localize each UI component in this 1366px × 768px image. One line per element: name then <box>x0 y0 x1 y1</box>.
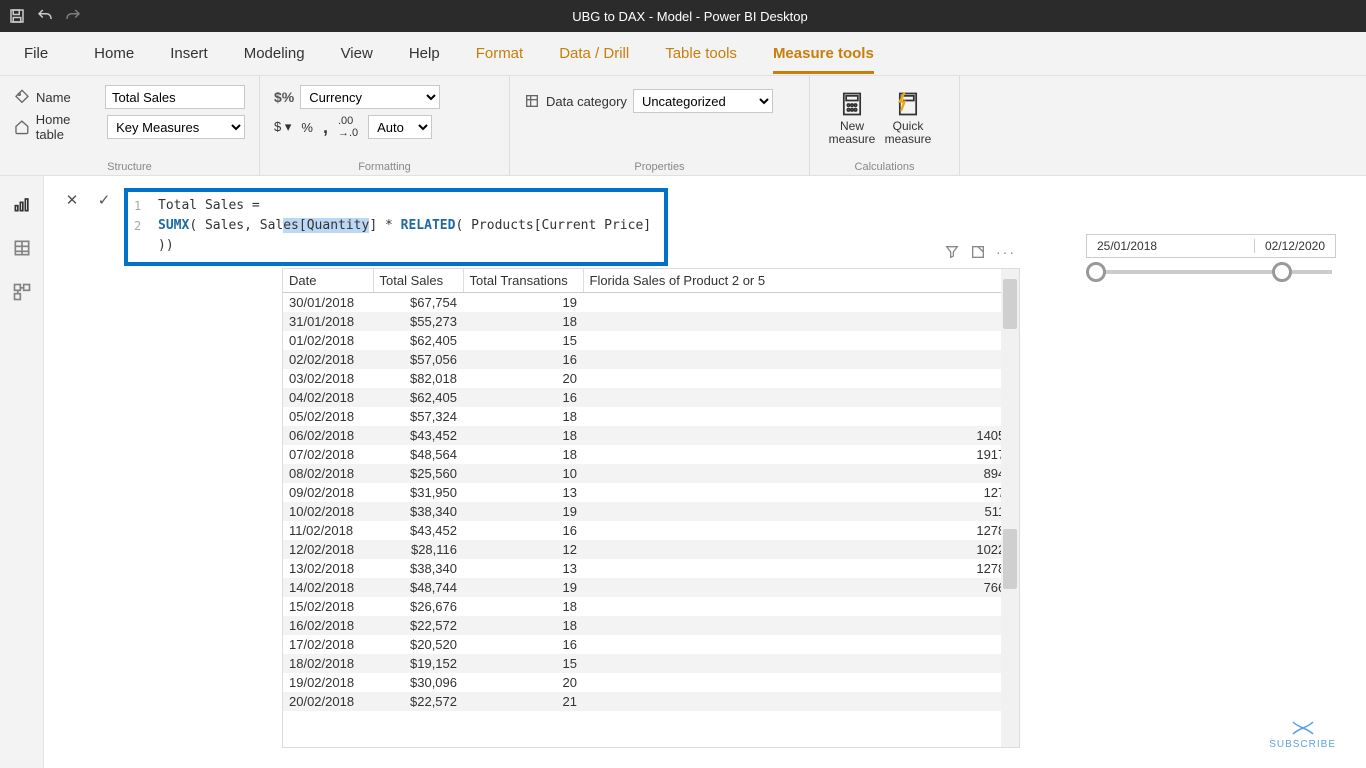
data-view-icon[interactable] <box>12 238 32 258</box>
table-visual[interactable]: Date Total Sales Total Transations Flori… <box>282 268 1020 748</box>
home-table-label: Home table <box>36 112 101 142</box>
line-gutter: 12 <box>134 196 141 258</box>
ribbon-group-formatting: $% Currency $ ▾ % , .00→.0 Auto Formatti… <box>260 76 510 175</box>
undo-icon[interactable] <box>36 7 54 25</box>
table-row[interactable]: 09/02/2018$31,950131278 <box>283 483 1019 502</box>
tab-view[interactable]: View <box>341 45 373 62</box>
table-row[interactable]: 06/02/2018$43,4521814058 <box>283 426 1019 445</box>
table-row[interactable]: 02/02/2018$57,05616 <box>283 350 1019 369</box>
calculator-icon <box>838 90 866 118</box>
quick-calculator-icon <box>894 90 922 118</box>
table-row[interactable]: 13/02/2018$38,3401312780 <box>283 559 1019 578</box>
home-table-select[interactable]: Key Measures <box>107 115 245 139</box>
tab-help[interactable]: Help <box>409 45 440 62</box>
name-label: Name <box>36 90 71 105</box>
file-tab[interactable]: File <box>14 41 58 66</box>
commit-formula-button[interactable]: ✓ <box>92 188 116 212</box>
comma-button[interactable]: , <box>323 117 328 138</box>
name-input[interactable] <box>105 85 245 109</box>
ribbon-group-calculations: New measure Quick measure Calculations <box>810 76 960 175</box>
tab-data-drill[interactable]: Data / Drill <box>559 45 629 62</box>
quick-measure-label: Quick measure <box>880 120 936 146</box>
formula-editor[interactable]: 12 Total Sales = SUMX( Sales, Sales[Quan… <box>124 188 668 266</box>
col-total-sales[interactable]: Total Sales <box>373 269 463 293</box>
save-icon[interactable] <box>8 7 26 25</box>
subscribe-watermark: SUBSCRIBE <box>1269 720 1336 750</box>
table-row[interactable]: 18/02/2018$19,15215 <box>283 654 1019 673</box>
table-row[interactable]: 10/02/2018$38,340195112 <box>283 502 1019 521</box>
col-florida[interactable]: Florida Sales of Product 2 or 5 <box>583 269 1019 293</box>
table-row[interactable]: 17/02/2018$20,52016 <box>283 635 1019 654</box>
home-icon <box>14 119 30 135</box>
ribbon-group-properties: Data category Uncategorized Properties <box>510 76 810 175</box>
quick-measure-button[interactable]: Quick measure <box>880 82 936 154</box>
table-row[interactable]: 12/02/2018$28,1161210224 <box>283 540 1019 559</box>
workspace: ✕ ✓ 12 Total Sales = SUMX( Sales, Sales[… <box>0 176 1366 768</box>
table-row[interactable]: 20/02/2018$22,57221 <box>283 692 1019 711</box>
table-row[interactable]: 30/01/2018$67,75419 <box>283 293 1019 313</box>
table-row[interactable]: 19/02/2018$30,09620 <box>283 673 1019 692</box>
window-title: UBG to DAX - Model - Power BI Desktop <box>82 9 1298 24</box>
tab-modeling[interactable]: Modeling <box>244 45 305 62</box>
title-bar: UBG to DAX - Model - Power BI Desktop <box>0 0 1366 32</box>
more-options-icon[interactable]: ··· <box>996 244 1016 260</box>
table-row[interactable]: 31/01/2018$55,27318 <box>283 312 1019 331</box>
slicer-from[interactable]: 25/01/2018 <box>1097 239 1157 253</box>
group-label-calculations: Calculations <box>810 161 959 173</box>
table-row[interactable]: 01/02/2018$62,40515 <box>283 331 1019 350</box>
group-label-structure: Structure <box>0 161 259 173</box>
table-row[interactable]: 07/02/2018$48,5641819170 <box>283 445 1019 464</box>
col-total-trans[interactable]: Total Transations <box>463 269 583 293</box>
data-category-label: Data category <box>546 94 627 109</box>
tab-insert[interactable]: Insert <box>170 45 208 62</box>
decimals-select[interactable]: Auto <box>368 115 432 139</box>
tag-icon <box>14 89 30 105</box>
table-row[interactable]: 03/02/2018$82,01820 <box>283 369 1019 388</box>
currency-icon: $% <box>274 89 294 105</box>
slicer-knob-left[interactable] <box>1086 262 1106 282</box>
new-measure-label: New measure <box>824 120 880 146</box>
format-select[interactable]: Currency <box>300 85 440 109</box>
model-view-icon[interactable] <box>12 282 32 302</box>
tab-home[interactable]: Home <box>94 45 134 62</box>
ribbon-group-structure: Name Home table Key Measures Structure <box>0 76 260 175</box>
ribbon-tabs: File Home Insert Modeling View Help Format Dat… <box>0 32 1366 76</box>
table-row[interactable]: 16/02/2018$22,57218 <box>283 616 1019 635</box>
table-row[interactable]: 05/02/2018$57,32418 <box>283 407 1019 426</box>
group-label-properties: Properties <box>510 161 809 173</box>
table-row[interactable]: 11/02/2018$43,4521612780 <box>283 521 1019 540</box>
group-label-formatting: Formatting <box>260 161 509 173</box>
visual-header: ··· <box>944 244 1016 260</box>
slicer-labels: 25/01/2018 02/12/2020 <box>1086 234 1336 258</box>
date-slicer[interactable]: 25/01/2018 02/12/2020 <box>1086 234 1336 286</box>
tab-format[interactable]: Format <box>476 45 524 62</box>
slicer-track[interactable] <box>1090 270 1332 274</box>
redo-icon[interactable] <box>64 7 82 25</box>
filter-icon[interactable] <box>944 244 960 260</box>
cancel-formula-button[interactable]: ✕ <box>60 188 84 212</box>
slicer-to[interactable]: 02/12/2020 <box>1254 239 1325 253</box>
ribbon-content: Name Home table Key Measures Structure $… <box>0 76 1366 176</box>
new-measure-button[interactable]: New measure <box>824 82 880 154</box>
slicer-knob-right[interactable] <box>1272 262 1292 282</box>
view-switcher <box>0 176 44 768</box>
formula-code: Total Sales = SUMX( Sales, Sales[Quantit… <box>158 196 656 256</box>
category-icon <box>524 93 540 109</box>
table-row[interactable]: 14/02/2018$48,744197668 <box>283 578 1019 597</box>
data-table: Date Total Sales Total Transations Flori… <box>283 269 1019 711</box>
report-view-icon[interactable] <box>12 194 32 214</box>
focus-icon[interactable] <box>970 244 986 260</box>
tab-measure-tools[interactable]: Measure tools <box>773 45 874 62</box>
dna-icon <box>1291 720 1315 736</box>
decimal-button[interactable]: .00→.0 <box>338 115 358 139</box>
col-date[interactable]: Date <box>283 269 373 293</box>
table-row[interactable]: 15/02/2018$26,67618 <box>283 597 1019 616</box>
table-row[interactable]: 08/02/2018$25,560108946 <box>283 464 1019 483</box>
scrollbar[interactable] <box>1001 269 1019 747</box>
table-row[interactable]: 04/02/2018$62,40516 <box>283 388 1019 407</box>
percent-button[interactable]: % <box>301 120 313 135</box>
tab-table-tools[interactable]: Table tools <box>665 45 737 62</box>
dollar-button[interactable]: $ ▾ <box>274 119 291 135</box>
data-category-select[interactable]: Uncategorized <box>633 89 773 113</box>
